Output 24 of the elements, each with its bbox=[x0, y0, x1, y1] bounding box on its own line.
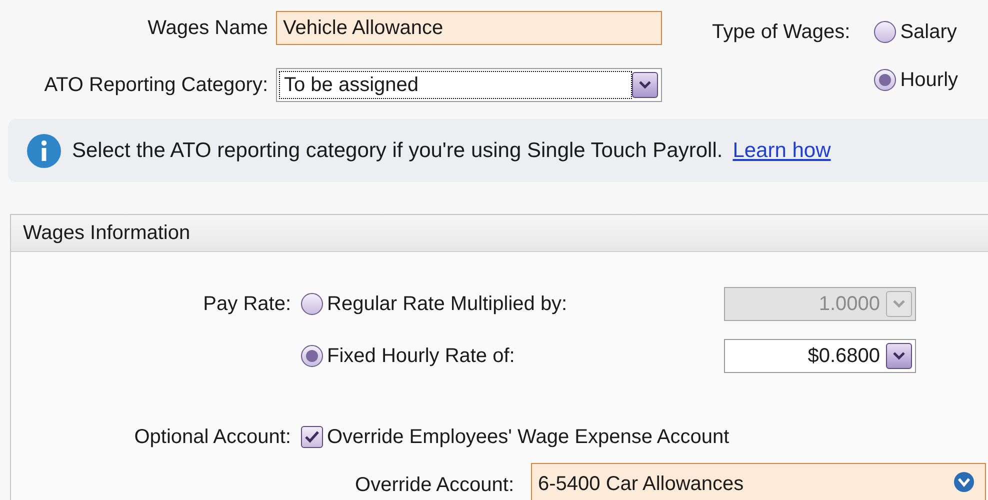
field-label: Optional Account: bbox=[133, 425, 291, 450]
override-account-field[interactable]: 6-5400 Car Allowances bbox=[531, 463, 986, 500]
checkbox-label: Override Employees' Wage Expense Account bbox=[327, 425, 730, 450]
field-label: Override Account: bbox=[354, 473, 514, 498]
rate-field[interactable]: $0.6800 bbox=[724, 339, 916, 373]
radio-label: Hourly bbox=[900, 68, 958, 93]
radio-button[interactable] bbox=[874, 69, 896, 91]
field-label: ATO Reporting Category: bbox=[43, 73, 268, 98]
info-text: Select the ATO reporting category if you're using Single Touch Payroll. bbox=[72, 138, 723, 164]
category-dropdown[interactable]: To be assigned bbox=[276, 68, 662, 102]
info-icon bbox=[26, 132, 62, 168]
radio-button[interactable] bbox=[874, 21, 896, 43]
wages-name-field[interactable]: Vehicle Allowance bbox=[276, 11, 662, 45]
field-label: Type of Wages: bbox=[712, 20, 850, 45]
panel-title: Wages Information bbox=[23, 221, 190, 246]
radio-label: Fixed Hourly Rate of: bbox=[327, 344, 515, 369]
checkmark-icon bbox=[304, 430, 320, 444]
checkbox[interactable] bbox=[301, 426, 323, 448]
field-label: Wages Name bbox=[146, 16, 268, 41]
learn-how-link[interactable]: Learn how bbox=[732, 134, 831, 166]
radio-label: Regular Rate Multiplied by: bbox=[327, 292, 568, 317]
radio-button[interactable] bbox=[301, 345, 323, 367]
field-label: Pay Rate: bbox=[202, 292, 291, 317]
radio-label: Salary bbox=[900, 20, 957, 45]
